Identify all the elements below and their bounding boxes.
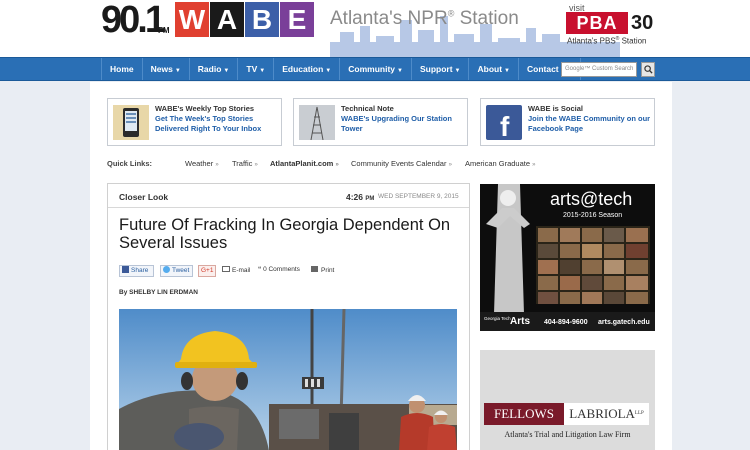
google-plus-button[interactable]: G+1 — [198, 265, 216, 277]
facebook-icon — [122, 266, 129, 273]
law-firm-left-name: FELLOWS — [484, 403, 564, 425]
nav-support[interactable]: Support ▼ — [410, 58, 469, 80]
quote-icon: “ — [258, 266, 262, 273]
logo-letter-e[interactable]: E — [280, 2, 314, 37]
logo-fm: FM — [158, 26, 170, 35]
chevron-down-icon: ▼ — [174, 68, 181, 74]
pba30-logo[interactable]: PBA 30 — [566, 12, 662, 34]
pba-subtitle: Atlanta's PBS® Station — [567, 36, 647, 46]
quick-link-american-graduate[interactable]: American Graduate » — [465, 159, 535, 168]
email-icon — [222, 266, 230, 272]
pba-label: PBA — [566, 12, 628, 34]
search-input[interactable]: Google™ Custom Search — [561, 62, 637, 77]
nav-radio[interactable]: Radio ▼ — [188, 58, 238, 80]
quick-link-atlantaplanit[interactable]: AtlantaPlanit.com » — [270, 159, 339, 168]
chevron-down-icon: ▼ — [223, 68, 230, 74]
promo-technical-note[interactable]: Technical Note WABE's Upgrading Our Stat… — [293, 98, 468, 146]
law-firm-tagline: Atlanta's Trial and Litigation Law Firm — [504, 430, 631, 439]
promo-link[interactable]: Get The Week's Top Stories Delivered Rig… — [155, 114, 280, 133]
promo-weekly-stories[interactable]: WABE's Weekly Top Stories Get The Week's… — [107, 98, 282, 146]
tweet-button[interactable]: Tweet — [160, 265, 193, 277]
chevron-down-icon: ▼ — [504, 68, 510, 74]
svg-text:f: f — [500, 111, 510, 140]
logo-number[interactable]: 90.1 — [101, 0, 166, 40]
article-card: Closer Look 4:26 PM WED SEPTEMBER 9, 201… — [107, 183, 470, 450]
law-firm-ad[interactable]: FELLOWS LABRIOLALLP Atlanta's Trial and … — [480, 350, 655, 450]
section-label[interactable]: Closer Look — [119, 192, 168, 202]
article-date: WED SEPTEMBER 9, 2015 — [378, 193, 459, 200]
tower-icon — [299, 105, 335, 140]
promo-title: WABE is Social — [528, 104, 584, 113]
quick-link-traffic[interactable]: Traffic » — [232, 159, 258, 168]
promo-title: WABE's Weekly Top Stories — [155, 104, 255, 113]
promo-social[interactable]: f WABE is Social Join the WABE Community… — [480, 98, 655, 146]
article-time: 4:26 PM — [346, 192, 375, 202]
email-link[interactable]: E-mail — [222, 266, 250, 274]
article-byline[interactable]: By SHELBY LIN ERDMAN — [119, 289, 198, 296]
arts-ad-brand-small: Georgia Tech — [484, 316, 511, 321]
comments-link[interactable]: “ 0 Comments — [258, 266, 300, 273]
arts-ad-title: arts@tech — [550, 189, 632, 209]
site-header: 90.1 FM W A B E Atlanta's NPR® Station v… — [0, 0, 750, 57]
facebook-share-button[interactable]: Share — [119, 265, 154, 277]
print-link[interactable]: Print — [311, 266, 334, 274]
chevron-down-icon: ▼ — [454, 68, 461, 74]
quick-link-weather[interactable]: Weather » — [185, 159, 219, 168]
arts-ad-brand: Arts — [510, 316, 530, 327]
arts-at-tech-ad[interactable]: arts@tech 2015-2016 Season Georgia Tech … — [480, 184, 655, 331]
article-photo[interactable] — [119, 309, 457, 450]
law-firm-logo: FELLOWS LABRIOLALLP — [484, 403, 649, 425]
article-header-bar: Closer Look 4:26 PM WED SEPTEMBER 9, 201… — [108, 184, 469, 208]
arts-ad-season: 2015-2016 Season — [563, 212, 622, 219]
promo-link[interactable]: Join the WABE Community on our Facebook … — [528, 114, 653, 133]
station-tagline: Atlanta's NPR® Station — [330, 8, 519, 29]
logo-letter-b[interactable]: B — [245, 2, 279, 37]
arts-ad-url: arts.gatech.edu — [598, 319, 650, 326]
search-icon — [644, 65, 653, 74]
promo-link[interactable]: WABE's Upgrading Our Station Tower — [341, 114, 466, 133]
nav-home[interactable]: Home — [101, 58, 142, 80]
twitter-icon — [163, 266, 170, 273]
printer-icon — [311, 266, 318, 272]
search-button[interactable] — [641, 62, 655, 77]
promo-title: Technical Note — [341, 104, 394, 113]
phone-icon — [113, 105, 149, 140]
main-nav: Home News ▼ Radio ▼ TV ▼ Education ▼ Communi… — [0, 57, 750, 81]
nav-about[interactable]: About ▼ — [468, 58, 518, 80]
logo-letter-a[interactable]: A — [210, 2, 244, 37]
facebook-icon: f — [486, 105, 522, 140]
quick-link-events[interactable]: Community Events Calendar » — [351, 159, 452, 168]
chevron-down-icon: ▼ — [259, 68, 266, 74]
chevron-down-icon: ▼ — [325, 68, 332, 74]
article-headline: Future Of Fracking In Georgia Dependent … — [119, 216, 451, 252]
nav-education[interactable]: Education ▼ — [273, 58, 339, 80]
nav-tv[interactable]: TV ▼ — [237, 58, 273, 80]
law-firm-right-name: LABRIOLALLP — [564, 403, 649, 425]
arts-ad-phone: 404-894-9600 — [544, 319, 588, 326]
logo-letter-w[interactable]: W — [175, 2, 209, 37]
pba-number: 30 — [631, 12, 654, 34]
content-area: WABE's Weekly Top Stories Get The Week's… — [90, 82, 672, 450]
nav-community[interactable]: Community ▼ — [339, 58, 411, 80]
chevron-down-icon: ▼ — [397, 68, 403, 74]
quick-links-label: Quick Links: — [107, 159, 153, 168]
nav-news[interactable]: News ▼ — [141, 58, 189, 80]
